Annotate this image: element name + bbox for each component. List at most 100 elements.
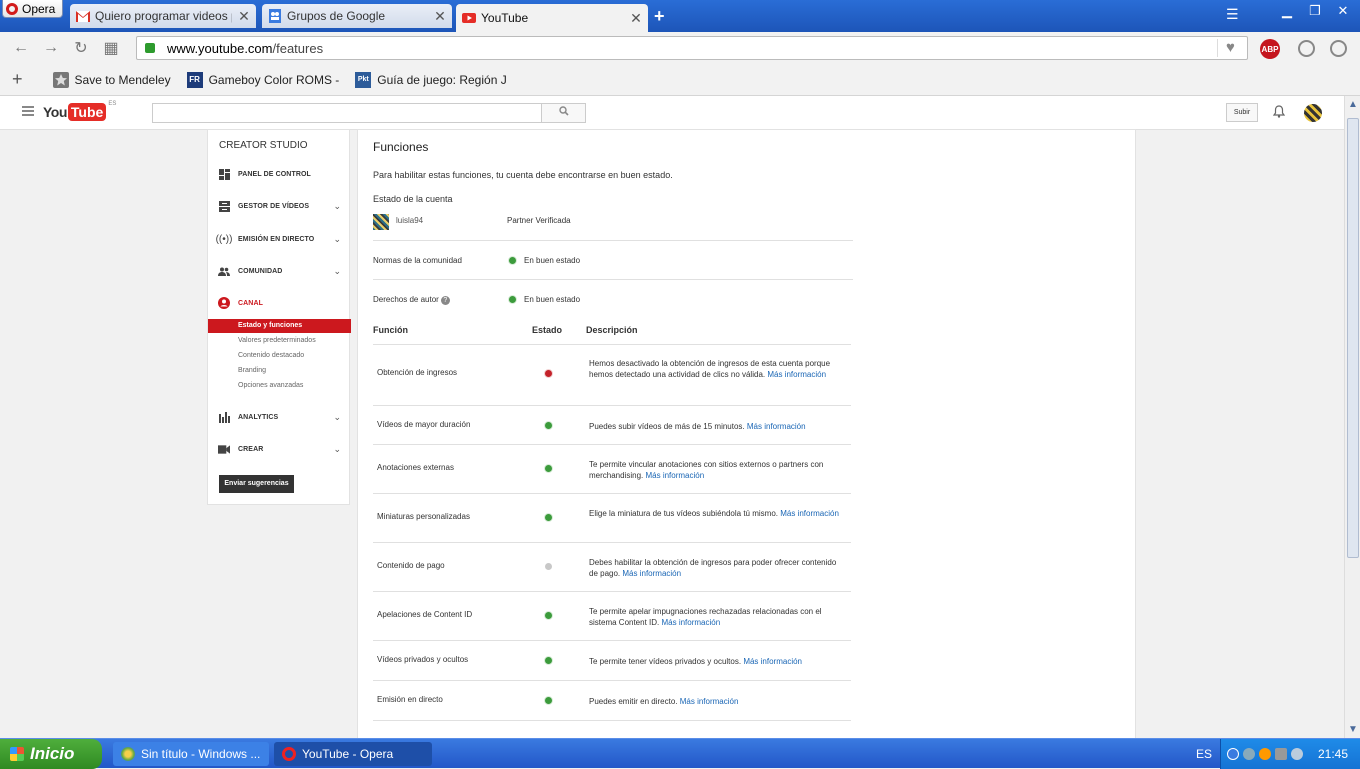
- forward-icon[interactable]: →: [36, 39, 66, 57]
- community-icon: [218, 265, 230, 277]
- sidebar-item-label: CANAL: [238, 299, 263, 307]
- search-input[interactable]: [152, 103, 542, 123]
- feature-name: Vídeos privados y ocultos: [377, 655, 469, 664]
- tab-youtube[interactable]: YouTube ✕: [456, 4, 648, 32]
- tray-filter-icon[interactable]: [1275, 748, 1287, 760]
- sidebar-item-channel[interactable]: CANAL: [208, 293, 351, 313]
- youtube-logo[interactable]: You Tube ES: [43, 101, 116, 121]
- page-description: Para habilitar estas funciones, tu cuent…: [373, 170, 673, 180]
- sidebar-item-live[interactable]: ((•)) EMISIÓN EN DIRECTO ⌄: [208, 229, 351, 249]
- add-bookmark-icon[interactable]: +: [12, 69, 23, 90]
- sidebar-item-analytics[interactable]: ANALYTICS ⌄: [208, 407, 351, 427]
- account-state-label: Estado de la cuenta: [373, 194, 453, 204]
- more-info-link[interactable]: Más información: [767, 370, 826, 379]
- sidebar-item-label: CREAR: [238, 445, 264, 453]
- scrollbar-thumb[interactable]: [1347, 118, 1359, 558]
- upload-button[interactable]: Subir: [1226, 103, 1258, 122]
- language-indicator[interactable]: ES: [1196, 747, 1212, 761]
- bookmark-heart-icon[interactable]: ♥: [1217, 39, 1243, 57]
- more-info-link[interactable]: Más información: [680, 697, 739, 706]
- tab-google-groups[interactable]: Grupos de Google ✕: [262, 4, 452, 28]
- close-tab-icon[interactable]: ✕: [630, 10, 642, 27]
- tab-gmail[interactable]: Quiero programar videos para ✕: [70, 4, 256, 28]
- close-tab-icon[interactable]: ✕: [434, 8, 446, 25]
- search-button[interactable]: [541, 103, 586, 123]
- sidebar-item-video-manager[interactable]: GESTOR DE VÍDEOS ⌄: [208, 196, 351, 216]
- volume-icon[interactable]: [1291, 748, 1303, 760]
- browser-titlebar: Opera Quiero programar videos para ✕ Gru…: [0, 0, 1360, 32]
- chevron-down-icon[interactable]: ⌄: [333, 201, 341, 212]
- taskbar-task-opera[interactable]: YouTube - Opera: [274, 742, 432, 766]
- tray-app-icon[interactable]: [1259, 748, 1271, 760]
- opera-icon: [282, 747, 296, 761]
- scroll-up-icon[interactable]: ▲: [1348, 99, 1358, 110]
- close-tab-icon[interactable]: ✕: [238, 8, 250, 25]
- taskbar-task-paint[interactable]: Sin título - Windows ...: [113, 742, 269, 766]
- sidebar-item-dashboard[interactable]: PANEL DE CONTROL: [208, 164, 351, 184]
- guide-menu-icon[interactable]: [22, 106, 34, 116]
- sidebar-item-create[interactable]: CREAR ⌄: [208, 439, 351, 459]
- dashboard-icon: [218, 168, 230, 180]
- sidebar-subitem-status-features[interactable]: Estado y funciones: [208, 319, 351, 333]
- feature-row: Contenido de pago Debes habilitar la obte…: [373, 542, 851, 591]
- reload-icon[interactable]: ↻: [66, 38, 96, 58]
- network-icon[interactable]: [1243, 748, 1255, 760]
- url-path: /features: [272, 40, 324, 56]
- partner-status: Partner Verificada: [507, 216, 571, 225]
- account-icon[interactable]: [1330, 40, 1347, 57]
- help-icon[interactable]: ?: [440, 296, 450, 305]
- chevron-down-icon[interactable]: ⌄: [333, 266, 341, 277]
- send-feedback-button[interactable]: Enviar sugerencias: [219, 475, 294, 493]
- bookmark-label: Guía de juego: Región J: [377, 72, 507, 87]
- feature-name: Emisión en directo: [377, 695, 443, 704]
- bookmark-item[interactable]: Pkt Guía de juego: Región J: [355, 71, 507, 88]
- start-button[interactable]: Inicio: [0, 739, 102, 769]
- sidebar-item-label: GESTOR DE VÍDEOS: [238, 202, 310, 210]
- more-info-link[interactable]: Más información: [743, 657, 802, 666]
- channel-username[interactable]: luisla94: [396, 216, 423, 225]
- sidebar-item-label: ANALYTICS: [238, 413, 279, 421]
- sidebar-item-community[interactable]: COMUNIDAD ⌄: [208, 261, 351, 281]
- more-info-link[interactable]: Más información: [780, 509, 839, 518]
- more-info-link[interactable]: Más información: [747, 422, 806, 431]
- bookmarks-bar: + Save to Mendeley FR Gameboy Color ROMS…: [0, 64, 1360, 96]
- pkt-icon: Pkt: [355, 71, 372, 88]
- bookmark-item[interactable]: FR Gameboy Color ROMS -: [186, 71, 339, 88]
- sidebar-subitem-advanced[interactable]: Opciones avanzadas: [208, 379, 351, 393]
- creator-studio-title: CREATOR STUDIO: [219, 140, 308, 151]
- opera-menu-button[interactable]: Opera: [2, 0, 63, 18]
- user-avatar[interactable]: [1304, 104, 1322, 122]
- url-field[interactable]: www.youtube.com/features ♥: [136, 36, 1248, 60]
- chevron-down-icon[interactable]: ⌄: [333, 234, 341, 245]
- speed-dial-icon[interactable]: ▦: [96, 38, 126, 58]
- sidebar-subitem-branding[interactable]: Branding: [208, 364, 351, 378]
- tray-expand-icon[interactable]: [1227, 748, 1239, 760]
- chevron-down-icon[interactable]: ⌄: [333, 444, 341, 455]
- scroll-down-icon[interactable]: ▼: [1348, 724, 1358, 735]
- bookmark-item[interactable]: Save to Mendeley: [52, 71, 171, 88]
- more-info-link[interactable]: Más información: [645, 471, 704, 480]
- start-label: Inicio: [30, 744, 75, 763]
- new-tab-icon[interactable]: +: [654, 6, 665, 27]
- minimize-icon[interactable]: ▁: [1276, 2, 1298, 20]
- feature-description-text: Te permite tener vídeos privados y ocult…: [589, 657, 742, 666]
- close-window-icon[interactable]: ✕: [1332, 2, 1354, 20]
- more-info-link[interactable]: Más información: [661, 618, 720, 627]
- back-icon[interactable]: ←: [6, 39, 36, 57]
- notifications-bell-icon[interactable]: [1272, 105, 1286, 121]
- feature-status-dot: [545, 697, 552, 704]
- adblock-plus-icon[interactable]: ABP: [1260, 39, 1280, 59]
- youtube-header: You Tube ES Subir: [0, 96, 1344, 130]
- camera-icon: [218, 443, 230, 455]
- tab-menu-icon[interactable]: ☰: [1226, 6, 1239, 23]
- opera-logo-icon: [6, 2, 18, 15]
- divider: [373, 240, 853, 241]
- logo-you: You: [43, 104, 67, 120]
- restore-icon[interactable]: ❐: [1304, 2, 1326, 20]
- download-icon[interactable]: [1298, 40, 1315, 57]
- chevron-down-icon[interactable]: ⌄: [333, 412, 341, 423]
- more-info-link[interactable]: Más información: [622, 569, 681, 578]
- page-scrollbar[interactable]: ▲ ▼: [1344, 96, 1360, 738]
- sidebar-subitem-defaults[interactable]: Valores predeterminados: [208, 334, 351, 348]
- sidebar-subitem-featured-content[interactable]: Contenido destacado: [208, 349, 351, 363]
